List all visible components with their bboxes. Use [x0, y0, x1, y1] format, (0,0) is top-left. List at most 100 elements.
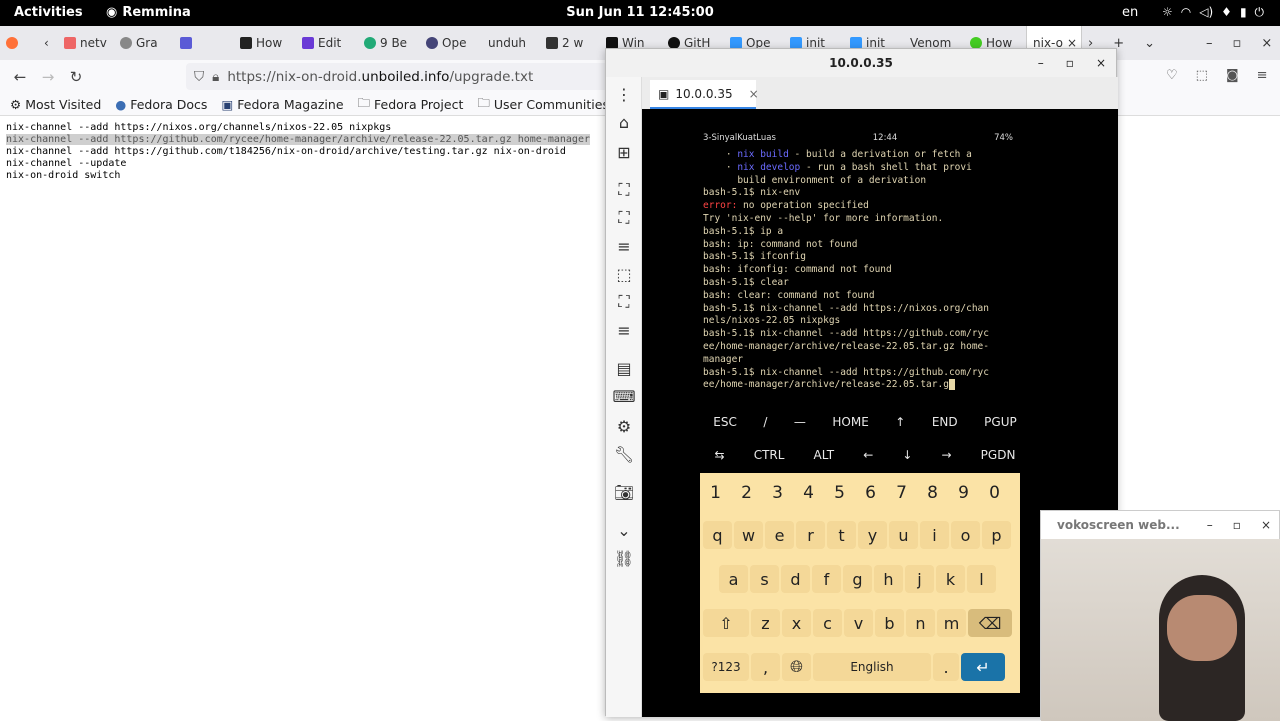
- maximize-icon[interactable]: ▫: [1233, 36, 1242, 51]
- extra-key[interactable]: PGUP: [984, 415, 1017, 429]
- letter-key[interactable]: l: [967, 565, 996, 593]
- letter-key[interactable]: e: [765, 521, 794, 549]
- letter-key[interactable]: v: [844, 609, 873, 637]
- keyboard-layout[interactable]: en: [1122, 5, 1138, 20]
- bookmark-fedora-magazine[interactable]: ▣ Fedora Magazine: [221, 97, 343, 112]
- tab[interactable]: How: [234, 26, 296, 60]
- number-key[interactable]: 8: [918, 479, 947, 507]
- list-icon[interactable]: ≡: [613, 235, 635, 257]
- letter-key[interactable]: u: [889, 521, 918, 549]
- bookmark-most-visited[interactable]: ⚙ Most Visited: [10, 97, 101, 112]
- list-icon[interactable]: ≡: [613, 319, 635, 341]
- maximize-icon[interactable]: ▫: [1233, 518, 1241, 532]
- settings-icon[interactable]: ⚙: [613, 415, 635, 437]
- multimonitor-icon[interactable]: ▤: [613, 357, 635, 379]
- add-icon[interactable]: ⊞: [613, 141, 635, 163]
- letter-key[interactable]: f: [812, 565, 841, 593]
- number-key[interactable]: 2: [732, 479, 761, 507]
- pocket-icon[interactable]: ♡: [1166, 68, 1178, 83]
- tab[interactable]: [174, 26, 234, 60]
- tab[interactable]: Edit: [296, 26, 358, 60]
- close-icon[interactable]: ×: [1261, 36, 1272, 51]
- bookmark-user-communities[interactable]: 🗀︎ User Communities: [477, 94, 609, 115]
- minimize-icon[interactable]: –: [1038, 49, 1044, 77]
- number-key[interactable]: 0: [980, 479, 1009, 507]
- terminal-output[interactable]: · nix build - build a derivation or fetc…: [703, 149, 1023, 392]
- menu-icon[interactable]: ≡: [1257, 68, 1268, 83]
- comma-key[interactable]: ,: [751, 653, 780, 681]
- extra-key[interactable]: →: [942, 448, 952, 462]
- extra-key[interactable]: PGDN: [981, 448, 1016, 462]
- number-key[interactable]: 6: [856, 479, 885, 507]
- letter-key[interactable]: c: [813, 609, 842, 637]
- letter-key[interactable]: j: [905, 565, 934, 593]
- extra-key[interactable]: CTRL: [754, 448, 785, 462]
- extra-key[interactable]: HOME: [832, 415, 868, 429]
- letter-key[interactable]: z: [751, 609, 780, 637]
- period-key[interactable]: .: [933, 653, 959, 681]
- forward-icon[interactable]: →: [34, 68, 62, 86]
- maximize-icon[interactable]: ▫: [1066, 49, 1074, 77]
- tab[interactable]: Gra: [114, 26, 174, 60]
- clock[interactable]: Sun Jun 11 12:45:00: [0, 5, 1280, 20]
- extra-key[interactable]: —: [794, 415, 806, 429]
- extra-key[interactable]: ←: [863, 448, 873, 462]
- letter-key[interactable]: r: [796, 521, 825, 549]
- system-tray[interactable]: ☼ ◠ ◁) ♦ ▮ ⏻: [1162, 5, 1264, 20]
- bookmark-fedora-docs[interactable]: ● Fedora Docs: [115, 97, 207, 112]
- shift-key[interactable]: ⇧: [703, 609, 749, 637]
- disconnect-icon[interactable]: ⛓: [613, 547, 635, 569]
- globe-icon[interactable]: 🌐︎: [782, 653, 811, 681]
- letter-key[interactable]: g: [843, 565, 872, 593]
- space-key[interactable]: English: [813, 653, 931, 681]
- number-key[interactable]: 4: [794, 479, 823, 507]
- enter-key[interactable]: ↵: [961, 653, 1005, 681]
- letter-key[interactable]: d: [781, 565, 810, 593]
- letter-key[interactable]: a: [719, 565, 748, 593]
- letter-key[interactable]: o: [951, 521, 980, 549]
- extra-key[interactable]: ↓: [902, 448, 912, 462]
- extra-key[interactable]: ALT: [814, 448, 835, 462]
- letter-key[interactable]: q: [703, 521, 732, 549]
- extensions-icon[interactable]: ⬚: [1196, 68, 1208, 83]
- number-key[interactable]: 1: [701, 479, 730, 507]
- url-bar[interactable]: ⛉ 🔒︎ https://nix-on-droid.unboiled.info/up…: [186, 63, 616, 90]
- letter-key[interactable]: h: [874, 565, 903, 593]
- tab[interactable]: 9 Be: [358, 26, 420, 60]
- connection-tab[interactable]: ▣ 10.0.0.35 ×: [650, 80, 759, 109]
- reload-icon[interactable]: ↻: [62, 68, 90, 86]
- letter-key[interactable]: w: [734, 521, 763, 549]
- extra-key[interactable]: /: [763, 415, 767, 429]
- back-icon[interactable]: ←: [6, 68, 34, 86]
- symbols-key[interactable]: ?123: [703, 653, 749, 681]
- minimize-icon[interactable]: –: [1206, 36, 1213, 51]
- letter-key[interactable]: k: [936, 565, 965, 593]
- number-key[interactable]: 7: [887, 479, 916, 507]
- minimize-icon[interactable]: –: [1207, 518, 1213, 532]
- keyboard-icon[interactable]: ⌨: [612, 385, 635, 407]
- letter-key[interactable]: b: [875, 609, 904, 637]
- tab[interactable]: netv: [58, 26, 114, 60]
- account-icon[interactable]: ◙: [1226, 68, 1239, 83]
- fit-icon[interactable]: ⛶: [613, 207, 635, 229]
- letter-key[interactable]: t: [827, 521, 856, 549]
- dynamic-resolution-icon[interactable]: ⛶: [613, 291, 635, 313]
- number-key[interactable]: 5: [825, 479, 854, 507]
- tools-icon[interactable]: 🔧︎: [613, 443, 635, 465]
- letter-key[interactable]: m: [937, 609, 966, 637]
- letter-key[interactable]: y: [858, 521, 887, 549]
- letter-key[interactable]: x: [782, 609, 811, 637]
- letter-key[interactable]: s: [750, 565, 779, 593]
- letter-key[interactable]: i: [920, 521, 949, 549]
- screenshot-icon[interactable]: 📷︎: [613, 481, 635, 503]
- close-icon[interactable]: ×: [1096, 49, 1106, 77]
- extra-key[interactable]: ⇆: [715, 448, 725, 462]
- extra-key[interactable]: ESC: [713, 415, 737, 429]
- letter-key[interactable]: n: [906, 609, 935, 637]
- chevron-down-icon[interactable]: ⌄: [1144, 36, 1155, 51]
- close-icon[interactable]: ×: [1261, 518, 1271, 532]
- scale-icon[interactable]: ⬚: [613, 263, 635, 285]
- menu-dots-icon[interactable]: ⋮: [613, 83, 635, 105]
- tab-scroll-left[interactable]: ‹: [38, 26, 58, 60]
- number-key[interactable]: 3: [763, 479, 792, 507]
